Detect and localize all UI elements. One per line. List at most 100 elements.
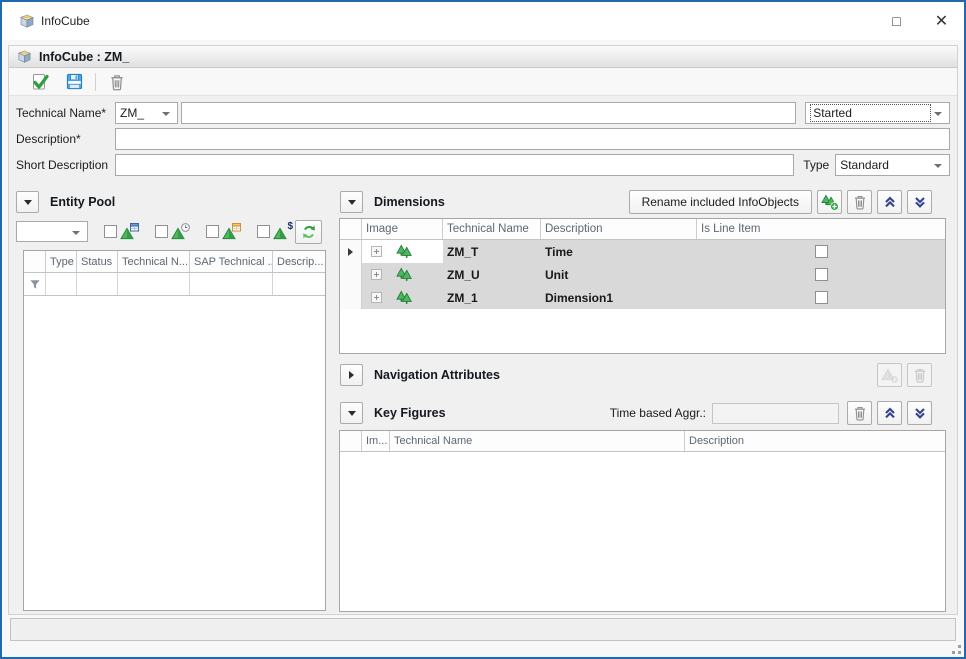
characteristic-icon <box>120 223 139 240</box>
type-combo[interactable]: Standard <box>835 154 950 176</box>
move-down-button[interactable] <box>907 401 932 425</box>
delete-button[interactable] <box>104 70 130 94</box>
column-header-technical-name[interactable]: Technical N... <box>118 251 190 272</box>
column-header-sap-technical-name[interactable]: SAP Technical ... <box>190 251 273 272</box>
chevron-down-icon <box>934 112 942 116</box>
key-figures-header: Key Figures Time based Aggr.: <box>337 399 946 427</box>
entity-pool-filter-bar: $ <box>16 219 329 244</box>
save-icon <box>65 72 84 91</box>
navigation-attributes-collapse-button[interactable] <box>340 364 363 386</box>
dimensions-table-body[interactable] <box>340 309 945 353</box>
expand-icon[interactable] <box>371 269 382 280</box>
add-dimension-button[interactable] <box>817 190 842 214</box>
move-down-icon <box>913 195 927 209</box>
filter-cell-type[interactable] <box>46 273 77 295</box>
save-button[interactable] <box>61 70 87 94</box>
column-header-type[interactable]: Type <box>46 251 77 272</box>
add-dimension-icon <box>821 194 838 210</box>
add-navigation-attribute-button[interactable] <box>877 363 902 387</box>
delete-icon <box>852 405 868 421</box>
navigation-attributes-title: Navigation Attributes <box>374 368 500 382</box>
chevron-down-icon <box>348 200 356 205</box>
entity-pool-header: Entity Pool <box>9 189 329 215</box>
dimension-icon <box>396 267 412 282</box>
key-figures-collapse-button[interactable] <box>340 402 363 424</box>
dimension-row-time[interactable]: ZM_T Time <box>340 240 945 263</box>
entity-pool-table-body[interactable] <box>24 296 325 610</box>
status-bar <box>10 618 956 641</box>
key-figures-table: Im... Technical Name Description <box>339 430 946 612</box>
navigation-attributes-header: Navigation Attributes <box>337 360 946 390</box>
move-up-button[interactable] <box>877 401 902 425</box>
move-up-button[interactable] <box>877 190 902 214</box>
dimension-icon <box>396 290 412 305</box>
is-line-item-checkbox[interactable] <box>815 268 828 281</box>
chevron-down-icon <box>72 231 80 235</box>
column-header-is-line-item[interactable]: Is Line Item <box>697 219 945 239</box>
chevron-down-icon <box>24 200 32 205</box>
refresh-button[interactable] <box>295 220 322 244</box>
entity-pool-collapse-button[interactable] <box>16 191 39 213</box>
title-bar[interactable]: InfoCube □ ✕ <box>2 2 964 40</box>
column-header-image[interactable]: Im... <box>362 431 390 451</box>
column-header-status[interactable]: Status <box>77 251 118 272</box>
column-header[interactable] <box>340 219 362 239</box>
move-down-button[interactable] <box>907 190 932 214</box>
maximize-button[interactable]: □ <box>874 2 919 40</box>
column-header-description[interactable]: Description <box>541 219 697 239</box>
technical-name-input[interactable] <box>181 102 797 124</box>
panel-title: InfoCube : ZM_ <box>39 50 129 64</box>
dimension-row-unit[interactable]: ZM_U Unit <box>340 263 945 286</box>
is-line-item-checkbox[interactable] <box>815 291 828 304</box>
characteristic-filter-checkbox[interactable] <box>104 225 117 238</box>
chevron-down-icon <box>348 411 356 416</box>
dimension-description: Dimension1 <box>541 286 697 309</box>
filter-cell-sap-technical-name[interactable] <box>190 273 273 295</box>
time-based-aggr-input[interactable] <box>712 403 839 424</box>
infocube-icon <box>17 49 32 64</box>
validate-button[interactable] <box>27 70 53 94</box>
status-combo[interactable]: Started <box>805 102 950 124</box>
rename-infoobjects-button[interactable]: Rename included InfoObjects <box>629 190 812 214</box>
dimensions-header: Dimensions Rename included InfoObjects <box>337 189 946 215</box>
filter-cell-technical-name[interactable] <box>118 273 190 295</box>
filter-cell-description[interactable] <box>273 273 325 295</box>
column-header-technical-name[interactable]: Technical Name <box>390 431 685 451</box>
description-input[interactable] <box>115 128 950 150</box>
toolbar-separator <box>95 73 96 91</box>
close-button[interactable]: ✕ <box>919 2 964 40</box>
unit-icon <box>222 223 241 240</box>
column-header-description[interactable]: Description <box>685 431 945 451</box>
refresh-icon <box>301 224 317 240</box>
key-figure-filter-checkbox[interactable] <box>257 225 270 238</box>
key-figures-table-body[interactable] <box>340 452 945 611</box>
dimensions-collapse-button[interactable] <box>340 191 363 213</box>
technical-name-prefix-combo[interactable]: ZM_ <box>115 102 178 124</box>
column-header-technical-name[interactable]: Technical Name <box>443 219 541 239</box>
entity-pool-filter-row <box>24 273 325 296</box>
column-header[interactable] <box>340 431 362 451</box>
delete-key-figure-button[interactable] <box>847 401 872 425</box>
resize-grip-icon[interactable] <box>958 651 961 654</box>
infocube-window: InfoCube □ ✕ InfoCube : ZM_ <box>0 0 966 659</box>
expand-icon[interactable] <box>371 246 382 257</box>
unit-filter-checkbox[interactable] <box>206 225 219 238</box>
time-based-aggr-label: Time based Aggr.: <box>610 406 706 420</box>
column-header-image[interactable]: Image <box>362 219 443 239</box>
expand-icon[interactable] <box>371 292 382 303</box>
dimension-icon <box>396 244 412 259</box>
delete-navigation-attribute-button[interactable] <box>907 363 932 387</box>
is-line-item-checkbox[interactable] <box>815 245 828 258</box>
column-header[interactable] <box>24 251 46 272</box>
technical-name-label: Technical Name* <box>16 106 115 120</box>
move-up-icon <box>883 406 897 420</box>
column-header-description[interactable]: Descrip... <box>273 251 325 272</box>
dimension-row-dimension1[interactable]: ZM_1 Dimension1 <box>340 286 945 309</box>
validate-icon <box>30 72 50 92</box>
time-characteristic-filter-checkbox[interactable] <box>155 225 168 238</box>
entity-pool-type-combo[interactable] <box>16 221 88 242</box>
short-description-input[interactable] <box>115 154 794 176</box>
filter-cell-status[interactable] <box>77 273 118 295</box>
delete-dimension-button[interactable] <box>847 190 872 214</box>
infocube-icon <box>19 13 35 29</box>
